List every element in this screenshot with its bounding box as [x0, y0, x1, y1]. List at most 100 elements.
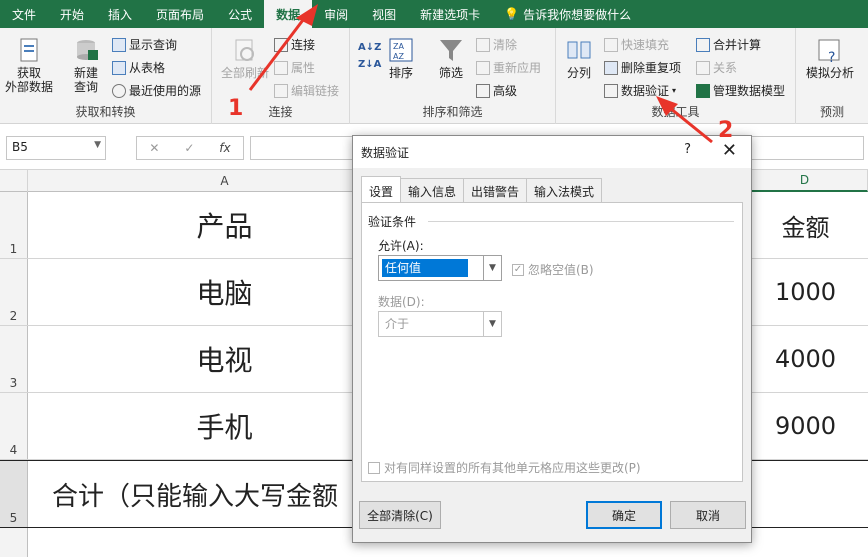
cell-d4[interactable]: 9000: [742, 393, 868, 459]
tab-formulas[interactable]: 公式: [216, 0, 264, 28]
data-validation-dialog: 数据验证 ? ✕ 设置 输入信息 出错警告 输入法模式 验证条件 允许(A): …: [352, 135, 752, 543]
edit-links-button[interactable]: 编辑链接: [274, 82, 339, 99]
advanced-filter-button[interactable]: 高级: [476, 82, 517, 99]
group-label: 预测: [819, 105, 844, 119]
name-box[interactable]: B5 ▼: [6, 136, 106, 160]
from-table-button[interactable]: 从表格: [112, 59, 165, 76]
clear-all-button[interactable]: 全部清除(C): [359, 501, 441, 529]
connections-button[interactable]: 连接: [274, 36, 315, 53]
show-queries-button[interactable]: 显示查询: [112, 36, 177, 53]
tab-insert[interactable]: 插入: [96, 0, 144, 28]
chain-link-icon: [274, 83, 288, 98]
settings-panel: 验证条件 允许(A): 任何值 ▼ ✓ 忽略空值(B) 数据(D): 介于 ▼ …: [361, 202, 743, 482]
new-query-button[interactable]: 新建 查询: [64, 36, 108, 94]
ignore-blank-checkbox[interactable]: ✓ 忽略空值(B): [512, 261, 594, 278]
tab-settings[interactable]: 设置: [361, 176, 402, 202]
tell-me-box[interactable]: 💡 告诉我你想要做什么: [492, 0, 643, 28]
cell-a5[interactable]: 合计（只能输入大写金额: [28, 461, 368, 527]
reapply-icon: [476, 60, 490, 75]
insert-function-icon[interactable]: fx: [219, 141, 230, 155]
relationships-button[interactable]: 关系: [696, 59, 737, 76]
allow-select[interactable]: 任何值 ▼: [378, 255, 502, 281]
database-query-icon: [77, 40, 98, 60]
tab-new-tab[interactable]: 新建选项卡: [408, 0, 492, 28]
select-all-corner[interactable]: [0, 170, 28, 192]
svg-text:ZA: ZA: [393, 42, 404, 51]
refresh-icon: [235, 39, 254, 61]
column-header-d[interactable]: D: [742, 170, 868, 192]
dialog-title-bar: 数据验证 ? ✕: [353, 136, 751, 168]
apply-all-checkbox[interactable]: 对有同样设置的所有其他单元格应用这些更改(P): [368, 459, 641, 476]
row-number[interactable]: 5: [0, 461, 28, 527]
tab-home[interactable]: 开始: [48, 0, 96, 28]
get-external-data-button[interactable]: 获取 外部数据: [4, 36, 54, 94]
group-data-tools: 分列 快速填充 删除重复项 数据验证 ▾ 合并计算 关系 管理数据模型 数据工具: [556, 28, 796, 124]
split-columns-icon: [567, 41, 591, 59]
cell-d2[interactable]: 1000: [742, 259, 868, 325]
tab-ime-mode[interactable]: 输入法模式: [526, 178, 603, 202]
checkbox-icon: [368, 461, 380, 474]
data-select[interactable]: 介于 ▼: [378, 311, 502, 337]
ok-button[interactable]: 确定: [586, 501, 662, 529]
chevron-down-icon: ▼: [94, 140, 101, 150]
tab-view[interactable]: 视图: [360, 0, 408, 28]
cell-d5[interactable]: [742, 461, 868, 527]
tab-review[interactable]: 审阅: [312, 0, 360, 28]
section-divider: [428, 221, 734, 222]
reapply-button[interactable]: 重新应用: [476, 59, 541, 76]
row-number[interactable]: 2: [0, 259, 28, 325]
group-forecast: ? 模拟分析 预测: [796, 28, 868, 124]
tab-page-layout[interactable]: 页面布局: [144, 0, 216, 28]
consolidate-button[interactable]: 合并计算: [696, 36, 761, 53]
flash-fill-icon: [604, 37, 618, 52]
annotation-number-1: 1: [228, 96, 244, 121]
filter-button[interactable]: 筛选: [434, 36, 468, 80]
tab-input-message[interactable]: 输入信息: [400, 178, 465, 202]
dialog-tabs: 设置 输入信息 出错警告 输入法模式: [361, 176, 603, 202]
close-button[interactable]: ✕: [722, 140, 737, 161]
cell-d3[interactable]: 4000: [742, 326, 868, 392]
cell-d1[interactable]: 金额: [742, 192, 868, 258]
tell-me-text: 告诉我你想要做什么: [523, 7, 632, 22]
tab-error-alert[interactable]: 出错警告: [463, 178, 528, 202]
clear-filter-button[interactable]: 清除: [476, 36, 517, 53]
row-number[interactable]: 1: [0, 192, 28, 258]
validation-criteria-heading: 验证条件: [368, 215, 417, 229]
data-model-icon: [696, 83, 710, 98]
funnel-icon: [440, 40, 462, 61]
row-number[interactable]: 3: [0, 326, 28, 392]
manage-data-model-button[interactable]: 管理数据模型: [696, 82, 785, 99]
data-validation-icon: [604, 83, 618, 98]
group-sort-filter: A↓Z Z↓A ZA AZ 排序 筛选 清除 重新应用 高级 排序和筛选: [350, 28, 556, 124]
chevron-down-icon: ▾: [672, 86, 677, 95]
sort-icon: ZAAZ: [389, 38, 413, 62]
group-get-transform: 获取 外部数据 新建 查询 显示查询 从表格 最近使用的源 获取和转换: [0, 28, 212, 124]
flash-fill-button[interactable]: 快速填充: [604, 36, 669, 53]
data-validation-button[interactable]: 数据验证 ▾: [604, 82, 676, 99]
clock-icon: [112, 83, 126, 98]
document-icon: [20, 38, 38, 62]
consolidate-icon: [696, 37, 710, 52]
what-if-icon: ?: [818, 39, 840, 64]
group-label: 数据工具: [651, 105, 700, 119]
properties-button[interactable]: 属性: [274, 59, 315, 76]
what-if-analysis-button[interactable]: ? 模拟分析: [800, 36, 860, 80]
sort-button[interactable]: ZA AZ 排序: [384, 36, 418, 80]
row-number[interactable]: 4: [0, 393, 28, 459]
cancel-icon[interactable]: ✕: [149, 141, 159, 155]
group-label: 获取和转换: [75, 105, 136, 119]
remove-duplicates-button[interactable]: 删除重复项: [604, 59, 681, 76]
ribbon-tab-bar: 文件 开始 插入 页面布局 公式 数据 审阅 视图 新建选项卡 💡 告诉我你想要…: [0, 0, 868, 28]
sort-az-buttons[interactable]: A↓Z Z↓A: [358, 42, 381, 70]
data-select-value: 介于: [385, 317, 410, 331]
text-to-columns-button[interactable]: 分列: [562, 36, 596, 80]
enter-icon[interactable]: ✓: [184, 141, 194, 155]
help-button[interactable]: ?: [684, 142, 691, 157]
chevron-down-icon: ▼: [483, 312, 501, 336]
cancel-button[interactable]: 取消: [670, 501, 746, 529]
recent-sources-button[interactable]: 最近使用的源: [112, 82, 201, 99]
tab-data[interactable]: 数据: [264, 0, 313, 28]
refresh-all-button[interactable]: 全部刷新: [218, 36, 272, 80]
tab-file[interactable]: 文件: [0, 0, 48, 28]
row-number[interactable]: [0, 528, 28, 557]
